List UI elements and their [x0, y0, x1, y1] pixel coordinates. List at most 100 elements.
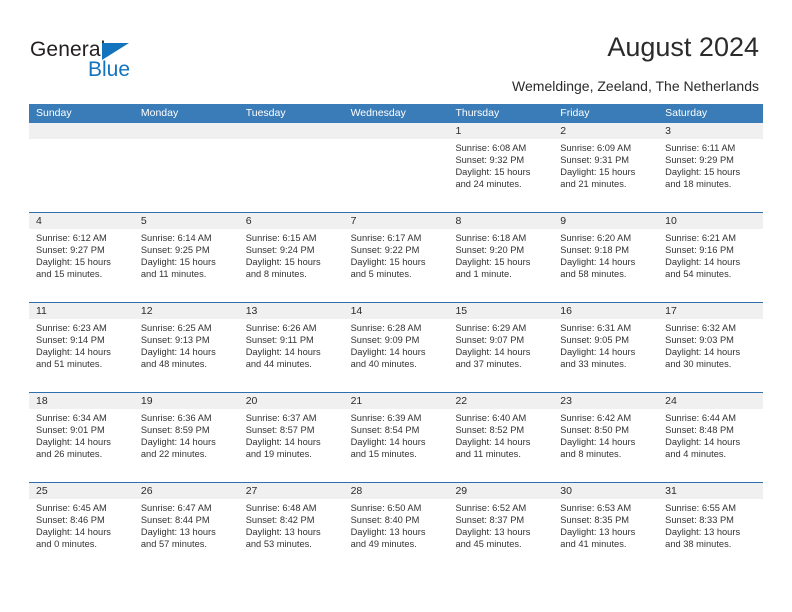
calendar-week-row: 11 Sunrise: 6:23 AM Sunset: 9:14 PM Dayligh…	[29, 302, 764, 392]
day-details: Sunrise: 6:14 AM Sunset: 9:25 PM Daylight:…	[134, 229, 239, 280]
sunrise-text: Sunrise: 6:25 AM	[140, 323, 212, 333]
calendar-day-cell[interactable]: 1 Sunrise: 6:08 AM Sunset: 9:32 PM Daylight…	[448, 123, 554, 212]
day-number: 16	[553, 303, 659, 319]
day-number: 25	[29, 483, 134, 499]
calendar-day-cell[interactable]: 9 Sunrise: 6:20 AM Sunset: 9:18 PM Daylight…	[553, 213, 659, 302]
day-details: Sunrise: 6:26 AM Sunset: 9:11 PM Daylight:…	[239, 319, 344, 370]
calendar-day-cell[interactable]: 29 Sunrise: 6:52 AM Sunset: 8:37 PM Dayligh…	[448, 483, 554, 572]
calendar-cell-empty	[238, 123, 344, 212]
daylight-text-line2: and 26 minutes.	[36, 449, 103, 460]
calendar-day-cell[interactable]: 5 Sunrise: 6:14 AM Sunset: 9:25 PM Daylight…	[133, 213, 239, 302]
day-details: Sunrise: 6:32 AM Sunset: 9:03 PM Daylight:…	[658, 319, 763, 370]
sunrise-text: Sunrise: 6:42 AM	[560, 413, 632, 423]
calendar-day-cell[interactable]: 7 Sunrise: 6:17 AM Sunset: 9:22 PM Daylight…	[343, 213, 449, 302]
calendar-day-cell[interactable]: 23 Sunrise: 6:42 AM Sunset: 8:50 PM Dayligh…	[553, 393, 659, 482]
weekday-header-row: Sunday Monday Tuesday Wednesday Thursday…	[29, 104, 763, 123]
daylight-text-line1: Daylight: 15 hours	[140, 257, 216, 268]
day-number: 1	[448, 123, 554, 139]
sunrise-text: Sunrise: 6:08 AM	[455, 143, 527, 153]
calendar-day-cell[interactable]: 2 Sunrise: 6:09 AM Sunset: 9:31 PM Daylight…	[553, 123, 659, 212]
calendar-day-cell[interactable]: 13 Sunrise: 6:26 AM Sunset: 9:11 PM Dayligh…	[238, 303, 344, 392]
daylight-text-line2: and 22 minutes.	[140, 449, 208, 460]
calendar-week-row: 25 Sunrise: 6:45 AM Sunset: 8:46 PM Dayligh…	[29, 482, 764, 572]
sunset-text: Sunset: 9:29 PM	[665, 155, 734, 166]
calendar-day-cell[interactable]: 6 Sunrise: 6:15 AM Sunset: 9:24 PM Daylight…	[238, 213, 344, 302]
day-number: 12	[133, 303, 239, 319]
calendar-day-cell[interactable]: 24 Sunrise: 6:44 AM Sunset: 8:48 PM Dayligh…	[658, 393, 764, 482]
calendar-day-cell[interactable]: 3 Sunrise: 6:11 AM Sunset: 9:29 PM Daylight…	[658, 123, 764, 212]
sunset-text: Sunset: 9:11 PM	[245, 335, 314, 346]
day-details: Sunrise: 6:31 AM Sunset: 9:05 PM Daylight:…	[553, 319, 658, 370]
calendar-day-cell[interactable]: 30 Sunrise: 6:53 AM Sunset: 8:35 PM Dayligh…	[553, 483, 659, 572]
sunrise-text: Sunrise: 6:21 AM	[665, 233, 736, 243]
calendar-day-cell[interactable]: 26 Sunrise: 6:47 AM Sunset: 8:44 PM Dayligh…	[133, 483, 239, 572]
day-details: Sunrise: 6:11 AM Sunset: 9:29 PM Daylight:…	[658, 139, 763, 190]
day-details: Sunrise: 6:18 AM Sunset: 9:20 PM Daylight:…	[448, 229, 553, 280]
calendar-day-cell[interactable]: 16 Sunrise: 6:31 AM Sunset: 9:05 PM Dayligh…	[553, 303, 659, 392]
daylight-text-line2: and 57 minutes.	[140, 539, 208, 550]
calendar-day-cell[interactable]: 25 Sunrise: 6:45 AM Sunset: 8:46 PM Dayligh…	[29, 483, 134, 572]
day-details: Sunrise: 6:25 AM Sunset: 9:13 PM Daylight:…	[134, 319, 239, 370]
calendar-day-cell[interactable]: 21 Sunrise: 6:39 AM Sunset: 8:54 PM Dayligh…	[343, 393, 449, 482]
sunrise-text: Sunrise: 6:32 AM	[665, 323, 736, 333]
daylight-text-line1: Daylight: 14 hours	[350, 437, 426, 448]
weekday-header-friday: Friday	[560, 107, 590, 119]
day-number: 31	[658, 483, 764, 499]
sunset-text: Sunset: 9:24 PM	[245, 245, 315, 256]
calendar-day-cell[interactable]: 8 Sunrise: 6:18 AM Sunset: 9:20 PM Daylight…	[448, 213, 554, 302]
day-number: 14	[343, 303, 449, 319]
calendar-day-cell[interactable]: 14 Sunrise: 6:28 AM Sunset: 9:09 PM Dayligh…	[343, 303, 449, 392]
daylight-text-line2: and 30 minutes.	[665, 359, 732, 370]
sunrise-text: Sunrise: 6:36 AM	[140, 413, 212, 423]
sunset-text: Sunset: 8:33 PM	[665, 515, 734, 526]
daylight-text-line2: and 54 minutes.	[665, 269, 732, 280]
day-details: Sunrise: 6:55 AM Sunset: 8:33 PM Daylight:…	[658, 499, 763, 550]
daylight-text-line1: Daylight: 14 hours	[665, 437, 741, 448]
calendar-day-cell[interactable]: 20 Sunrise: 6:37 AM Sunset: 8:57 PM Dayligh…	[238, 393, 344, 482]
calendar-day-cell[interactable]: 27 Sunrise: 6:48 AM Sunset: 8:42 PM Dayligh…	[238, 483, 344, 572]
sunset-text: Sunset: 9:14 PM	[36, 335, 105, 346]
page-header: General Blue August 2024 Wemeldinge, Zee…	[0, 0, 792, 104]
sunrise-text: Sunrise: 6:31 AM	[560, 323, 632, 333]
calendar-day-cell[interactable]: 17 Sunrise: 6:32 AM Sunset: 9:03 PM Dayligh…	[658, 303, 764, 392]
calendar-day-cell[interactable]: 19 Sunrise: 6:36 AM Sunset: 8:59 PM Dayligh…	[133, 393, 239, 482]
sunrise-text: Sunrise: 6:34 AM	[36, 413, 107, 423]
calendar-day-cell[interactable]: 31 Sunrise: 6:55 AM Sunset: 8:33 PM Dayligh…	[658, 483, 764, 572]
daylight-text-line2: and 11 minutes.	[455, 449, 521, 460]
page-subtitle: Wemeldinge, Zeeland, The Netherlands	[512, 78, 759, 94]
day-details: Sunrise: 6:29 AM Sunset: 9:07 PM Daylight:…	[448, 319, 553, 370]
sunrise-text: Sunrise: 6:52 AM	[455, 503, 527, 513]
daylight-text-line2: and 24 minutes.	[455, 179, 522, 190]
daylight-text-line2: and 40 minutes.	[350, 359, 417, 370]
calendar-day-cell[interactable]: 4 Sunrise: 6:12 AM Sunset: 9:27 PM Daylight…	[29, 213, 134, 302]
sunset-text: Sunset: 9:09 PM	[350, 335, 420, 346]
calendar-day-cell[interactable]: 18 Sunrise: 6:34 AM Sunset: 9:01 PM Dayligh…	[29, 393, 134, 482]
sunset-text: Sunset: 8:44 PM	[140, 515, 210, 526]
day-details: Sunrise: 6:39 AM Sunset: 8:54 PM Daylight:…	[344, 409, 449, 460]
daylight-text-line1: Daylight: 15 hours	[350, 257, 426, 268]
calendar-day-cell[interactable]: 11 Sunrise: 6:23 AM Sunset: 9:14 PM Dayligh…	[29, 303, 134, 392]
daylight-text-line1: Daylight: 13 hours	[140, 527, 216, 538]
daylight-text-line1: Daylight: 15 hours	[245, 257, 321, 268]
calendar-day-cell[interactable]: 28 Sunrise: 6:50 AM Sunset: 8:40 PM Dayligh…	[343, 483, 449, 572]
calendar-day-cell[interactable]: 10 Sunrise: 6:21 AM Sunset: 9:16 PM Dayligh…	[658, 213, 764, 302]
sunset-text: Sunset: 8:42 PM	[245, 515, 315, 526]
daylight-text-line2: and 58 minutes.	[560, 269, 627, 280]
sunrise-text: Sunrise: 6:47 AM	[140, 503, 212, 513]
calendar-day-cell[interactable]: 15 Sunrise: 6:29 AM Sunset: 9:07 PM Dayligh…	[448, 303, 554, 392]
day-number: 13	[238, 303, 344, 319]
general-blue-logo[interactable]: General Blue	[30, 38, 230, 88]
daylight-text-line2: and 51 minutes.	[36, 359, 103, 370]
calendar-day-cell[interactable]: 12 Sunrise: 6:25 AM Sunset: 9:13 PM Dayligh…	[133, 303, 239, 392]
day-number: 3	[658, 123, 764, 139]
sunset-text: Sunset: 8:48 PM	[665, 425, 734, 436]
sunrise-text: Sunrise: 6:50 AM	[350, 503, 422, 513]
day-number: 2	[553, 123, 659, 139]
daylight-text-line2: and 33 minutes.	[560, 359, 627, 370]
day-number: 15	[448, 303, 554, 319]
sunset-text: Sunset: 9:01 PM	[36, 425, 105, 436]
daylight-text-line2: and 4 minutes.	[665, 449, 727, 460]
calendar-day-cell[interactable]: 22 Sunrise: 6:40 AM Sunset: 8:52 PM Dayligh…	[448, 393, 554, 482]
daylight-text-line2: and 53 minutes.	[245, 539, 312, 550]
daylight-text-line1: Daylight: 14 hours	[245, 437, 321, 448]
